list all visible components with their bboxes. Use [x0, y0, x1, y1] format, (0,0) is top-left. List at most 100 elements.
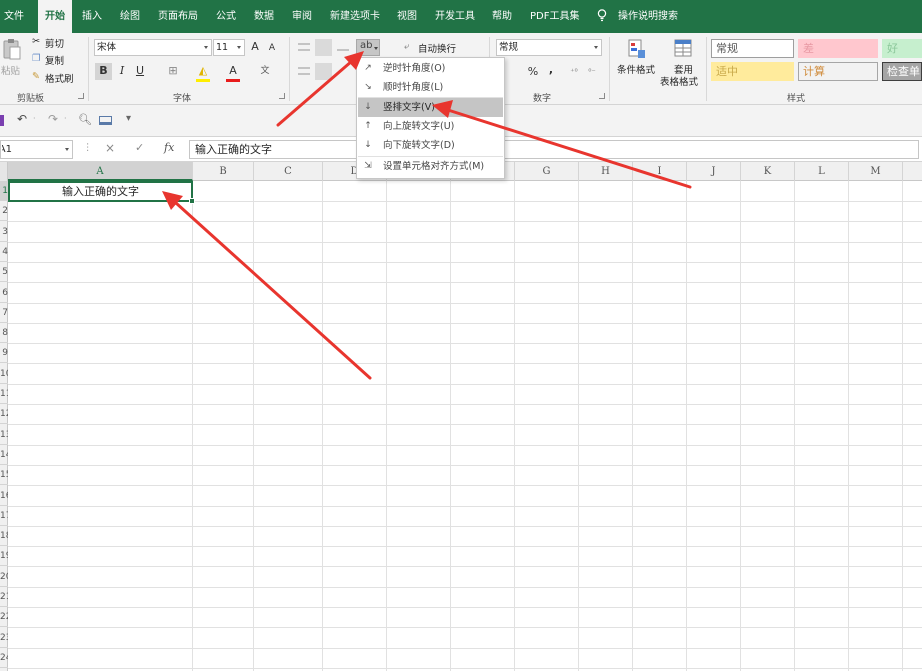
- percent-button[interactable]: %: [527, 64, 539, 81]
- enter-button[interactable]: ✓: [135, 141, 144, 154]
- redo-dropdown-icon[interactable]: ·: [64, 114, 67, 123]
- tab-file[interactable]: 文件: [4, 0, 24, 33]
- format-painter-button[interactable]: 格式刷: [45, 71, 74, 85]
- wrap-text-icon[interactable]: ⤶: [404, 41, 409, 52]
- menu-item-rotate-counterclockwise[interactable]: ↗ 逆时针角度(O): [358, 59, 503, 78]
- tab-new-tab[interactable]: 新建选项卡: [330, 0, 380, 33]
- paste-icon[interactable]: [2, 38, 22, 60]
- undo-icon[interactable]: ↶: [17, 112, 27, 126]
- style-bad[interactable]: 差: [798, 39, 878, 58]
- row-header-2[interactable]: 2: [0, 201, 8, 222]
- lightbulb-icon[interactable]: [597, 9, 607, 22]
- column-header-g[interactable]: G: [515, 162, 579, 181]
- clipboard-launcher-icon[interactable]: [78, 93, 84, 99]
- paste-button[interactable]: 粘贴: [1, 63, 20, 77]
- row-header-4[interactable]: 4: [0, 242, 8, 262]
- number-format-select[interactable]: 常规: [496, 39, 602, 56]
- row-header-23[interactable]: 23: [0, 628, 8, 648]
- row-header-9[interactable]: 9: [0, 343, 8, 364]
- border-icon[interactable]: ⊞: [166, 63, 180, 80]
- wrap-text-button[interactable]: 自动换行: [418, 41, 456, 55]
- underline-button[interactable]: U: [133, 63, 147, 80]
- align-center-button[interactable]: [315, 63, 332, 80]
- column-header-h[interactable]: H: [579, 162, 633, 181]
- print-preview-icon[interactable]: 🔍︎: [78, 113, 92, 126]
- tab-help[interactable]: 帮助: [492, 0, 512, 33]
- align-middle-button[interactable]: [315, 39, 332, 56]
- column-header-j[interactable]: J: [687, 162, 741, 181]
- decrease-decimal-icon[interactable]: ⁰⁻: [585, 64, 599, 81]
- column-header-i[interactable]: I: [633, 162, 687, 181]
- style-check-cell[interactable]: 检查单: [882, 62, 922, 81]
- row-header-5[interactable]: 5: [0, 262, 8, 283]
- font-color-button[interactable]: A: [226, 63, 240, 80]
- menu-item-rotate-clockwise[interactable]: ↘ 顺时针角度(L): [358, 78, 503, 97]
- orientation-button[interactable]: ab: [356, 39, 380, 56]
- tab-insert[interactable]: 插入: [82, 0, 102, 33]
- font-size-select[interactable]: 11: [213, 39, 245, 56]
- tab-data[interactable]: 数据: [254, 0, 274, 33]
- copy-icon[interactable]: ❐: [32, 53, 41, 64]
- fill-color-icon[interactable]: ◭: [196, 63, 210, 80]
- tab-developer[interactable]: 开发工具: [435, 0, 475, 33]
- undo-dropdown-icon[interactable]: ·: [33, 114, 36, 123]
- row-header-24[interactable]: 24: [0, 648, 8, 668]
- row-header-10[interactable]: 10: [0, 364, 8, 384]
- row-header-15[interactable]: 15: [0, 465, 8, 486]
- select-all-corner[interactable]: [0, 162, 8, 181]
- format-painter-icon[interactable]: ✎: [32, 71, 40, 82]
- tab-view[interactable]: 视图: [397, 0, 417, 33]
- style-good[interactable]: 好: [882, 39, 922, 58]
- column-header-a[interactable]: A: [8, 162, 193, 181]
- fill-handle[interactable]: [189, 198, 195, 204]
- tell-me-search[interactable]: 操作说明搜索: [618, 0, 678, 33]
- row-header-17[interactable]: 17: [0, 506, 8, 526]
- grow-font-button[interactable]: A: [249, 39, 261, 56]
- bold-button[interactable]: B: [95, 63, 112, 80]
- row-header-7[interactable]: 7: [0, 303, 8, 323]
- formula-input[interactable]: 输入正确的文字: [189, 140, 919, 159]
- row-header-18[interactable]: 18: [0, 526, 8, 547]
- screen-icon[interactable]: [99, 116, 112, 125]
- row-header-12[interactable]: 12: [0, 404, 8, 425]
- conditional-format-button[interactable]: 条件格式: [617, 62, 655, 76]
- shrink-font-button[interactable]: A: [266, 40, 278, 57]
- customize-qat-icon[interactable]: ▾: [126, 113, 131, 124]
- menu-item-rotate-down[interactable]: ↓ 向下旋转文字(D): [358, 136, 503, 155]
- increase-decimal-icon[interactable]: ⁺⁰: [567, 64, 581, 81]
- tab-home[interactable]: 开始: [38, 0, 72, 33]
- tab-review[interactable]: 审阅: [292, 0, 312, 33]
- table-format-icon[interactable]: [673, 38, 693, 60]
- style-calculation[interactable]: 计算: [798, 62, 878, 81]
- cancel-button[interactable]: ×: [105, 141, 115, 155]
- column-header-c[interactable]: C: [254, 162, 323, 181]
- table-format-label-2[interactable]: 表格格式: [660, 74, 698, 88]
- italic-button[interactable]: I: [115, 63, 129, 80]
- row-header-20[interactable]: 20: [0, 567, 8, 587]
- row-header-22[interactable]: 22: [0, 607, 8, 628]
- copy-button[interactable]: 复制: [45, 53, 64, 67]
- column-header-n[interactable]: N: [903, 162, 922, 181]
- row-header-3[interactable]: 3: [0, 222, 8, 242]
- menu-item-vertical-text[interactable]: ↓ 竖排文字(V): [358, 98, 503, 117]
- name-box[interactable]: A1: [0, 140, 73, 159]
- tab-formulas[interactable]: 公式: [216, 0, 236, 33]
- save-icon[interactable]: [0, 115, 4, 126]
- cell-a1[interactable]: 输入正确的文字: [8, 181, 195, 204]
- formula-bar-splitter-icon[interactable]: ⋮: [83, 142, 93, 153]
- style-normal[interactable]: 常规: [711, 39, 794, 58]
- redo-icon[interactable]: ↷: [48, 112, 58, 126]
- row-header-8[interactable]: 8: [0, 323, 8, 344]
- conditional-format-icon[interactable]: [627, 38, 647, 60]
- cut-button[interactable]: 剪切: [45, 36, 64, 50]
- align-bottom-icon[interactable]: [337, 43, 349, 51]
- insert-function-button[interactable]: fx: [164, 141, 174, 154]
- number-launcher-icon[interactable]: [599, 93, 605, 99]
- row-header-13[interactable]: 13: [0, 425, 8, 445]
- scissors-icon[interactable]: ✂: [32, 36, 40, 47]
- comma-button[interactable]: ,: [546, 62, 556, 79]
- style-neutral[interactable]: 适中: [711, 62, 794, 81]
- tab-page-layout[interactable]: 页面布局: [158, 0, 198, 33]
- row-header-6[interactable]: 6: [0, 283, 8, 303]
- align-top-icon[interactable]: [298, 43, 310, 51]
